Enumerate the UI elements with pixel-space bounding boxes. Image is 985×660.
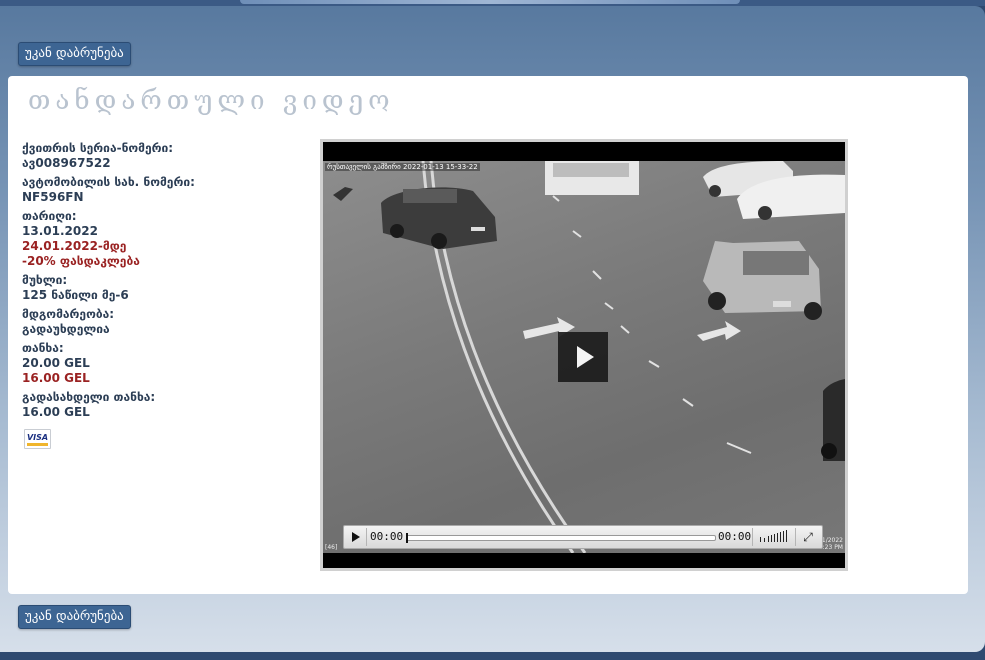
controls-divider: [366, 528, 367, 546]
play-icon[interactable]: [344, 526, 366, 548]
progress-slider[interactable]: [406, 533, 716, 543]
plate-row: ავტომობილის სახ. ნომერი: NF596FN: [22, 175, 312, 205]
dark-car: [381, 187, 497, 249]
header-glow: [240, 0, 740, 4]
back-button-top[interactable]: უკან დაბრუნება: [18, 42, 131, 66]
plate-value: NF596FN: [22, 190, 84, 204]
article-row: მუხლი: 125 ნაწილი მე-6: [22, 273, 312, 303]
amount-label: თანხა:: [22, 341, 64, 355]
receipt-value: ავ008967522: [22, 156, 111, 170]
date-label: თარიღი:: [22, 209, 77, 223]
controls-divider: [752, 528, 753, 546]
amount-value: 20.00 GEL: [22, 356, 90, 370]
status-label: მდგომარეობა:: [22, 307, 115, 321]
visa-card-icon[interactable]: VISA: [24, 429, 51, 449]
volume-icon[interactable]: [758, 530, 790, 543]
main-panel: უკან დაბრუნება თანდართული ვიდეო ქვითრის …: [0, 6, 985, 652]
payable-row: გადასახდელი თანხა: 16.00 GEL: [22, 390, 312, 420]
article-value: 125 ნაწილი მე-6: [22, 288, 129, 302]
amount-discounted: 16.00 GEL: [22, 371, 90, 385]
receipt-row: ქვითრის სერია-ნომერი: ავ008967522: [22, 141, 312, 171]
camera-corner-date: 1/2022: [821, 537, 843, 544]
play-button-large[interactable]: [558, 332, 608, 382]
status-value: გადაუხდელია: [22, 322, 110, 336]
player-controls: 00:00 00:00 ⤢: [343, 525, 823, 549]
article-label: მუხლი:: [22, 273, 68, 287]
visa-card-text: VISA: [26, 433, 49, 442]
content-card: თანდართული ვიდეო ქვითრის სერია-ნომერი: ა…: [8, 76, 968, 594]
date-row: თარიღი: 13.01.2022 24.01.2022-მდე -20% ფ…: [22, 209, 312, 269]
silver-suv: [703, 241, 822, 320]
payable-label: გადასახდელი თანხა:: [22, 390, 156, 404]
fullscreen-icon[interactable]: ⤢: [800, 529, 816, 545]
video-player: რუსთაველის გამზირი 2022-01-13 15-33-22 […: [320, 139, 848, 571]
video-frame[interactable]: რუსთაველის გამზირი 2022-01-13 15-33-22 […: [323, 161, 845, 553]
status-row: მდგომარეობა: გადაუხდელია: [22, 307, 312, 337]
receipt-label: ქვითრის სერია-ნომერი:: [22, 141, 174, 155]
current-time: 00:00: [370, 530, 404, 543]
amount-row: თანხა: 20.00 GEL 16.00 GEL: [22, 341, 312, 386]
discount-text: -20% ფასდაკლება: [22, 254, 140, 268]
page-title: თანდართული ვიდეო: [28, 86, 395, 116]
duration-time: 00:00: [718, 530, 752, 543]
back-button-bottom[interactable]: უკან დაბრუნება: [18, 605, 131, 629]
payable-value: 16.00 GEL: [22, 405, 90, 419]
camera-overlay-text: რუსთაველის გამზირი 2022-01-13 15-33-22: [325, 163, 480, 171]
discount-deadline: 24.01.2022-მდე: [22, 239, 127, 253]
plate-label: ავტომობილის სახ. ნომერი:: [22, 175, 195, 189]
controls-divider: [795, 528, 796, 546]
date-value: 13.01.2022: [22, 224, 98, 238]
camera-corner-left: [46]: [325, 544, 338, 551]
violation-details: ქვითრის სერია-ნომერი: ავ008967522 ავტომო…: [22, 141, 312, 424]
visa-stripe: [27, 443, 48, 446]
progress-knob[interactable]: [406, 533, 408, 543]
